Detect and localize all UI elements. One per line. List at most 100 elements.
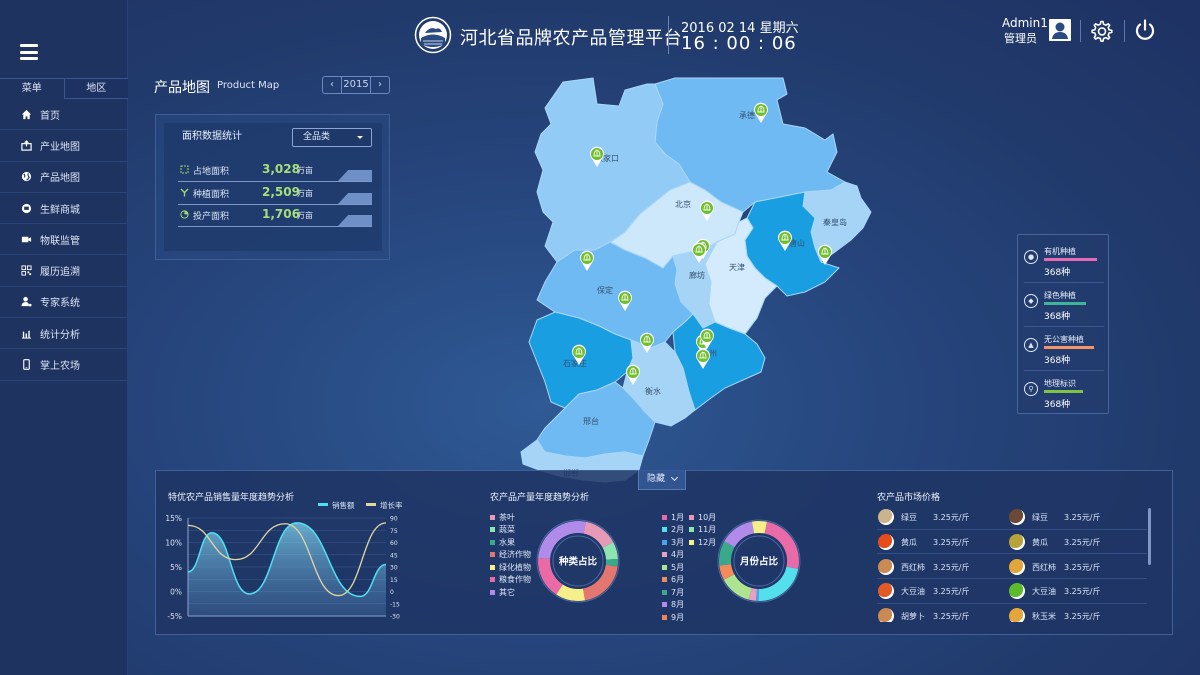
menu-icon[interactable]	[20, 44, 38, 60]
sidebar-item-home[interactable]: 首页	[0, 99, 128, 131]
map-pin-icon[interactable]	[579, 250, 595, 272]
bar-chart-icon	[20, 327, 32, 339]
sidebar-item-expert[interactable]: 专家系统	[0, 287, 128, 319]
y-right-tick: -15	[390, 601, 400, 608]
product-name: 西红柿	[1032, 562, 1056, 572]
map-pin-icon[interactable]	[639, 332, 655, 354]
stat-label: 种植面积	[193, 190, 230, 200]
product-thumbnail-icon	[878, 509, 894, 525]
legend-entry[interactable]: 11月	[689, 524, 716, 537]
legend-entry[interactable]: 经济作物	[490, 549, 531, 562]
legend-item[interactable]: ▲ 无公害种植 368种	[1024, 329, 1104, 371]
user-avatar-icon[interactable]	[1049, 19, 1071, 41]
map-pin-icon[interactable]	[777, 230, 793, 252]
map-pin-icon[interactable]	[699, 328, 715, 350]
legend-entry[interactable]: 5月	[662, 561, 684, 574]
stat-row: 投产面积 1,706 万亩	[178, 207, 372, 227]
legend-entry[interactable]: 其它	[490, 586, 531, 599]
product-thumbnail-icon	[1009, 533, 1025, 550]
hide-panel-button[interactable]: 隐藏	[638, 470, 686, 490]
donut-slice	[556, 584, 586, 601]
y-right-tick: 75	[390, 528, 398, 535]
legend-entry[interactable]: 1月	[662, 511, 684, 524]
tab-region[interactable]: 地区	[63, 79, 128, 99]
product-price: 3.25元/斤	[1064, 537, 1101, 547]
legend-entry[interactable]: 绿化植物	[490, 561, 531, 574]
product-name: 绿豆	[1032, 513, 1048, 522]
legend-label: 经济作物	[499, 550, 531, 560]
shop-icon	[20, 202, 32, 214]
legend-entry[interactable]: 6月	[662, 574, 684, 587]
sidebar-item-iot[interactable]: 物联监管	[0, 224, 128, 256]
map-pin-icon[interactable]	[617, 290, 633, 312]
sidebar-item-mobile-farm[interactable]: 掌上农场	[0, 349, 128, 381]
month-legend: 1月 2月 3月 4月 5月 6月 7月 8月 9月	[662, 511, 684, 624]
sidebar-item-stats[interactable]: 统计分析	[0, 318, 128, 350]
legend-entry[interactable]: 7月	[662, 586, 684, 599]
legend-entry[interactable]: 8月	[662, 599, 684, 612]
sidebar-item-label: 专家系统	[40, 298, 80, 310]
legend-entry[interactable]: 4月	[662, 549, 684, 562]
sidebar-item-fresh-mall[interactable]: 生鲜商城	[0, 193, 128, 225]
product-thumbnail-icon	[1009, 558, 1025, 575]
sidebar-nav: 首页 产业地图 产品地图 生鲜商城 物联监管 履历追溯 专家系统 统计分析 掌上…	[0, 99, 128, 381]
map-label: 廊坊	[689, 271, 705, 280]
map-pin-icon[interactable]	[625, 364, 641, 386]
map-label: 衡水	[645, 387, 661, 396]
sidebar-item-industry-map[interactable]: 产业地图	[0, 130, 128, 162]
sidebar-item-product-map[interactable]: 产品地图	[0, 162, 128, 193]
legend-item[interactable]: ⚲ 地理标识 368种	[1024, 373, 1104, 415]
legend-entry[interactable]: 蔬菜	[490, 524, 531, 537]
price-list-scrollbar[interactable]	[1148, 508, 1151, 565]
legend-label: 2月	[671, 525, 685, 535]
product-name: 西红柿	[901, 562, 925, 572]
map-pin-icon[interactable]	[753, 102, 769, 124]
legend-entry[interactable]: 3月	[662, 536, 684, 549]
y-left-tick: 0%	[170, 588, 182, 597]
legend-entry[interactable]: 12月	[689, 536, 716, 549]
sidebar-item-trace[interactable]: 履历追溯	[0, 255, 128, 287]
product-price: 3.25元/斤	[933, 562, 970, 572]
map-pin-icon[interactable]	[699, 200, 715, 222]
legend-swatch	[490, 589, 495, 595]
hebei-map[interactable]: 承德 张家口 北京 秦皇岛 唐山 天津 廊坊 保定 石家庄 沧州 衡水 邢台 邯…	[515, 72, 885, 492]
legend-entry[interactable]: 茶叶	[490, 511, 531, 524]
product-price: 3.25元/斤	[933, 612, 970, 622]
map-pin-icon[interactable]	[695, 348, 711, 370]
prev-year-button[interactable]: ‹	[323, 77, 341, 93]
platform-logo-icon	[414, 16, 452, 54]
legend-label: 水果	[499, 537, 515, 547]
legend-swatch	[490, 539, 495, 545]
category-select[interactable]: 全品类	[292, 128, 372, 147]
legend-entry[interactable]: 9月	[662, 611, 684, 624]
legend-item[interactable]: ◆ 绿色种植 368种	[1024, 285, 1104, 327]
legend-label: 其它	[499, 587, 515, 597]
map-pin-icon[interactable]	[817, 244, 833, 266]
platform-title: 河北省品牌农产品管理平台	[460, 28, 682, 49]
settings-gear-icon[interactable]	[1090, 19, 1114, 43]
next-year-button[interactable]: ›	[371, 77, 389, 93]
stat-value: 1,706	[262, 207, 300, 221]
map-pin-icon[interactable]	[571, 344, 587, 366]
stat-value: 3,028	[262, 162, 300, 176]
tab-menu[interactable]: 菜单	[0, 79, 64, 99]
product-thumbnail-icon	[878, 533, 894, 550]
y-left-tick: 10%	[165, 539, 182, 548]
power-logout-icon[interactable]	[1133, 18, 1157, 42]
legend-entry[interactable]: 10月	[689, 511, 716, 524]
legend-swatch	[662, 552, 667, 558]
legend-swatch	[490, 552, 495, 558]
legend-entry[interactable]: 粮食作物	[490, 574, 531, 587]
sidebar-item-label: 产业地图	[40, 141, 80, 153]
legend-entry[interactable]: 2月	[662, 524, 684, 537]
map-pin-icon[interactable]	[691, 242, 707, 264]
donut-slice	[719, 541, 735, 566]
legend-item[interactable]: ● 有机种植 368种	[1024, 241, 1104, 283]
stat-label: 投产面积	[193, 212, 230, 222]
legend-entry[interactable]: 水果	[490, 536, 531, 549]
product-name: 黄瓜	[1032, 537, 1048, 547]
donut-slice	[719, 563, 735, 580]
map-pin-icon[interactable]	[589, 146, 605, 168]
legend-name: 地理标识	[1044, 379, 1076, 388]
category-legend: 茶叶 蔬菜 水果经济作物 绿化植物 粮食作物 其它	[490, 511, 531, 599]
